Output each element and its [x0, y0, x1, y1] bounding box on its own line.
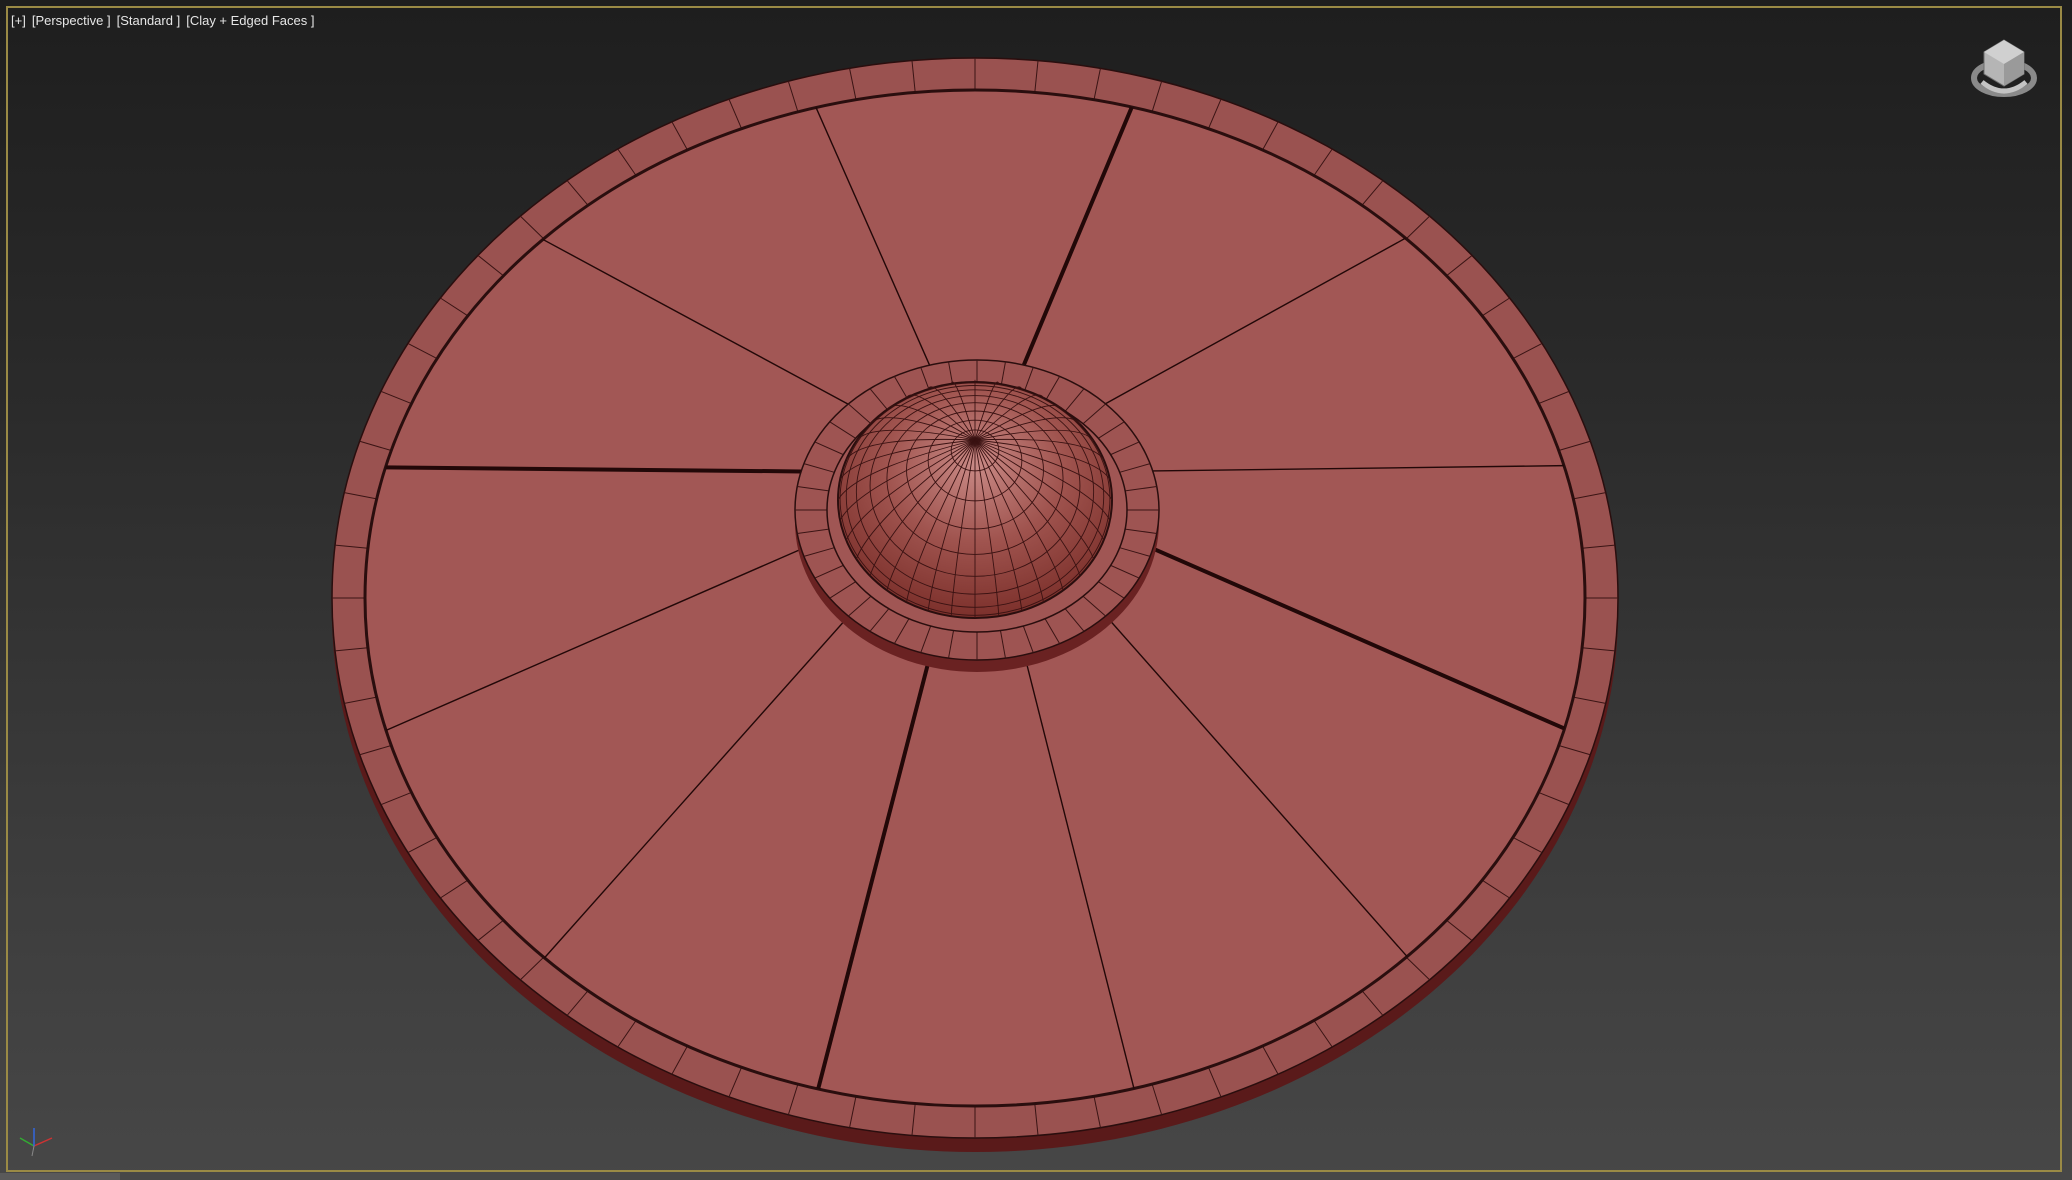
viewport-shading-label[interactable]: [Standard ] [117, 13, 181, 28]
viewport-display-mode-label[interactable]: [Clay + Edged Faces ] [186, 13, 314, 28]
scene-3d-view[interactable] [0, 0, 2072, 1180]
center-dome[interactable] [837, 379, 1113, 619]
viewport-plus-menu[interactable]: [+] [11, 13, 26, 28]
viewcube-icon[interactable] [1968, 34, 2040, 106]
viewport-view-label[interactable]: [Perspective ] [32, 13, 111, 28]
viewport-label-menu: [+] [Perspective ] [Standard ] [Clay + E… [11, 13, 314, 28]
perspective-viewport[interactable]: [+] [Perspective ] [Standard ] [Clay + E… [0, 0, 2072, 1180]
axis-tripod-icon [19, 1128, 53, 1157]
status-strip [0, 1173, 120, 1180]
